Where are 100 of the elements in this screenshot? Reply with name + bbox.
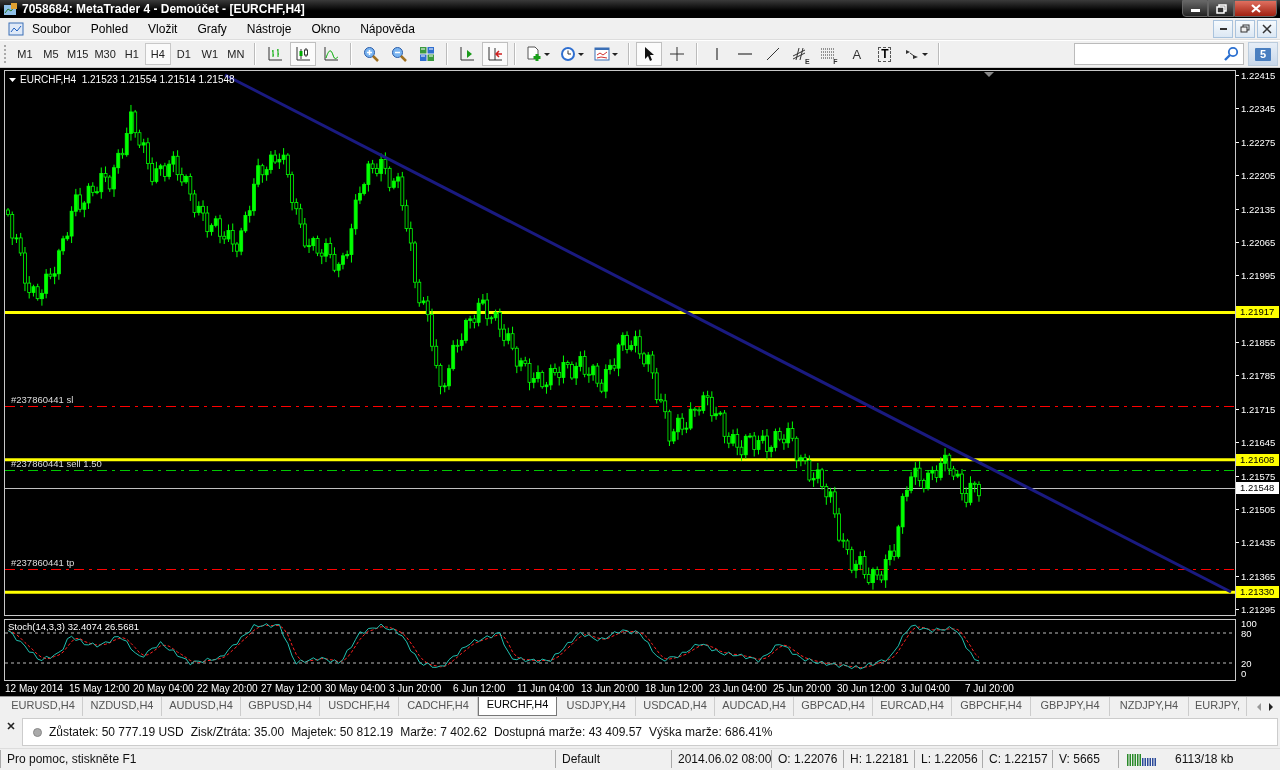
- time-label: 3 Jun 20:00: [389, 683, 443, 694]
- price-tick-label: 1.21365: [1241, 569, 1276, 583]
- price-tick-label: 1.22345: [1241, 102, 1276, 116]
- price-tag: 1.21608: [1236, 453, 1279, 466]
- zoom-out-icon: [390, 46, 407, 62]
- timeframe-button[interactable]: M30: [91, 43, 119, 65]
- time-label: 3 Jul 04:00: [901, 683, 951, 694]
- chart-tab[interactable]: GBPCHF,H4: [952, 697, 1031, 716]
- chart-restore-button[interactable]: [1235, 19, 1255, 38]
- collapse-triangle-icon: [9, 77, 16, 82]
- autoscroll-button[interactable]: [481, 42, 508, 66]
- chart-tab[interactable]: USDJPY,H4: [557, 697, 636, 716]
- chart-tab[interactable]: EURJPY,: [1189, 697, 1248, 716]
- menu-item[interactable]: Nástroje: [236, 19, 302, 38]
- vertical-line-icon: [715, 48, 718, 60]
- notifications-button[interactable]: 5: [1248, 42, 1278, 66]
- price-tick-label: 1.21995: [1241, 269, 1276, 283]
- price-tag: 1.21330: [1236, 586, 1279, 599]
- chart-window-icon: [8, 20, 24, 37]
- close-icon: [1249, 3, 1262, 14]
- text-tool-button[interactable]: A: [843, 42, 870, 66]
- chart-tab[interactable]: GBPCAD,H4: [794, 697, 873, 716]
- caret-icon: [577, 51, 584, 57]
- timeframe-button[interactable]: H1: [118, 43, 145, 65]
- time-label: 13 Jun 20:00: [581, 683, 640, 694]
- chart-tab[interactable]: NZDJPY,H4: [1110, 697, 1189, 716]
- zoom-in-icon: [362, 46, 379, 62]
- menu-item[interactable]: Nápověda: [350, 19, 425, 38]
- timeframe-button[interactable]: H4: [144, 43, 171, 65]
- scroll-right-icon: [1268, 702, 1274, 711]
- price-tag: 1.21917: [1236, 306, 1279, 319]
- order-label: #237860441 tp: [11, 557, 75, 568]
- chart-close-button[interactable]: [1257, 19, 1277, 38]
- chart-tab[interactable]: USDCAD,H4: [636, 697, 715, 716]
- volume-value: V: 5665: [1052, 749, 1118, 768]
- menu-item[interactable]: Vložit: [138, 19, 188, 38]
- connection-status-icon: [1127, 751, 1157, 766]
- timeframe-button[interactable]: M5: [38, 43, 64, 65]
- chart-tab[interactable]: AUDCAD,H4: [715, 697, 794, 716]
- chart-tab[interactable]: GBPJPY,H4: [1031, 697, 1110, 716]
- time-label: 27 May 12:00: [261, 683, 323, 694]
- price-tick-label: 1.22135: [1241, 202, 1276, 216]
- cursor-button[interactable]: [635, 42, 662, 66]
- chart-tab[interactable]: USDCHF,H4: [320, 697, 399, 716]
- timeframe-button[interactable]: MN: [222, 43, 249, 65]
- caret-icon: [921, 51, 928, 57]
- help-hint: Pro pomoc, stiskněte F1: [0, 749, 555, 768]
- time-label: 25 Jun 20:00: [773, 683, 832, 694]
- time-label: 18 Jun 12:00: [645, 683, 704, 694]
- timeframe-button[interactable]: W1: [196, 43, 223, 65]
- chart-tab[interactable]: EURUSD,H4: [4, 697, 83, 716]
- menu-item[interactable]: Okno: [301, 19, 351, 38]
- tile-windows-icon: [418, 46, 435, 62]
- account-value: Majetek: 50 812.19: [291, 725, 394, 739]
- time-label: 7 Jul 20:00: [965, 683, 1015, 694]
- menu-item[interactable]: Soubor: [24, 19, 81, 38]
- chart-tab[interactable]: NZDUSD,H4: [83, 697, 162, 716]
- order-label: #237860441 sl: [11, 394, 74, 405]
- chart-minimize-button[interactable]: [1213, 19, 1233, 38]
- clock-icon: [559, 46, 576, 62]
- caret-icon: [543, 51, 550, 57]
- timeframe-button[interactable]: M1: [12, 43, 38, 65]
- caret-icon: [611, 51, 618, 57]
- bar-time: 2014.06.02 08:00: [671, 749, 771, 768]
- indicator-scale-label: 0: [1241, 667, 1247, 680]
- horizontal-line-icon: [737, 53, 752, 55]
- autoscroll-icon: [486, 46, 503, 62]
- minimize-icon: [1219, 27, 1227, 30]
- price-tick-label: 1.21575: [1241, 469, 1276, 483]
- text-label-button[interactable]: T: [871, 42, 898, 66]
- restore-icon: [1215, 3, 1227, 14]
- account-value: Zůstatek: 50 777.19 USD: [49, 725, 184, 739]
- time-label: 20 May 04:00: [133, 683, 195, 694]
- hatched-lines-icon: [791, 46, 808, 62]
- chart-tab[interactable]: EURCHF,H4: [478, 697, 557, 716]
- chart-tab[interactable]: AUDUSD,H4: [162, 697, 241, 716]
- menu-item[interactable]: Grafy: [187, 19, 237, 38]
- chart-tab[interactable]: GBPUSD,H4: [241, 697, 320, 716]
- timeframe-button[interactable]: D1: [170, 43, 197, 65]
- time-label: 12 May 2014: [5, 683, 64, 694]
- chart-shift-marker-icon: [984, 72, 994, 77]
- timeframe-button[interactable]: M15: [64, 43, 92, 65]
- chart-tab[interactable]: EURCAD,H4: [873, 697, 952, 716]
- line-chart-icon: [322, 46, 339, 62]
- close-button[interactable]: [1234, 0, 1277, 17]
- traffic-value: 6113/18 kb: [1175, 751, 1234, 766]
- dotted-lines-icon: [820, 46, 837, 62]
- menu-item[interactable]: Pohled: [80, 19, 139, 38]
- time-label: 6 Jun 12:00: [453, 683, 507, 694]
- price-tick-label: 1.22205: [1241, 169, 1276, 183]
- close-icon: [7, 722, 15, 730]
- account-value: Výška marže: 686.41%: [649, 725, 773, 739]
- crosshair-icon: [668, 46, 685, 62]
- candlestick-button[interactable]: [289, 42, 316, 66]
- minimize-button[interactable]: [1182, 0, 1208, 17]
- indicator-window-icon: [593, 46, 610, 62]
- search-field[interactable]: [1074, 43, 1244, 65]
- order-label: #237860441 sell 1.50: [11, 458, 102, 469]
- price-tag: 1.21548: [1236, 482, 1279, 495]
- restore-button[interactable]: [1208, 0, 1234, 17]
